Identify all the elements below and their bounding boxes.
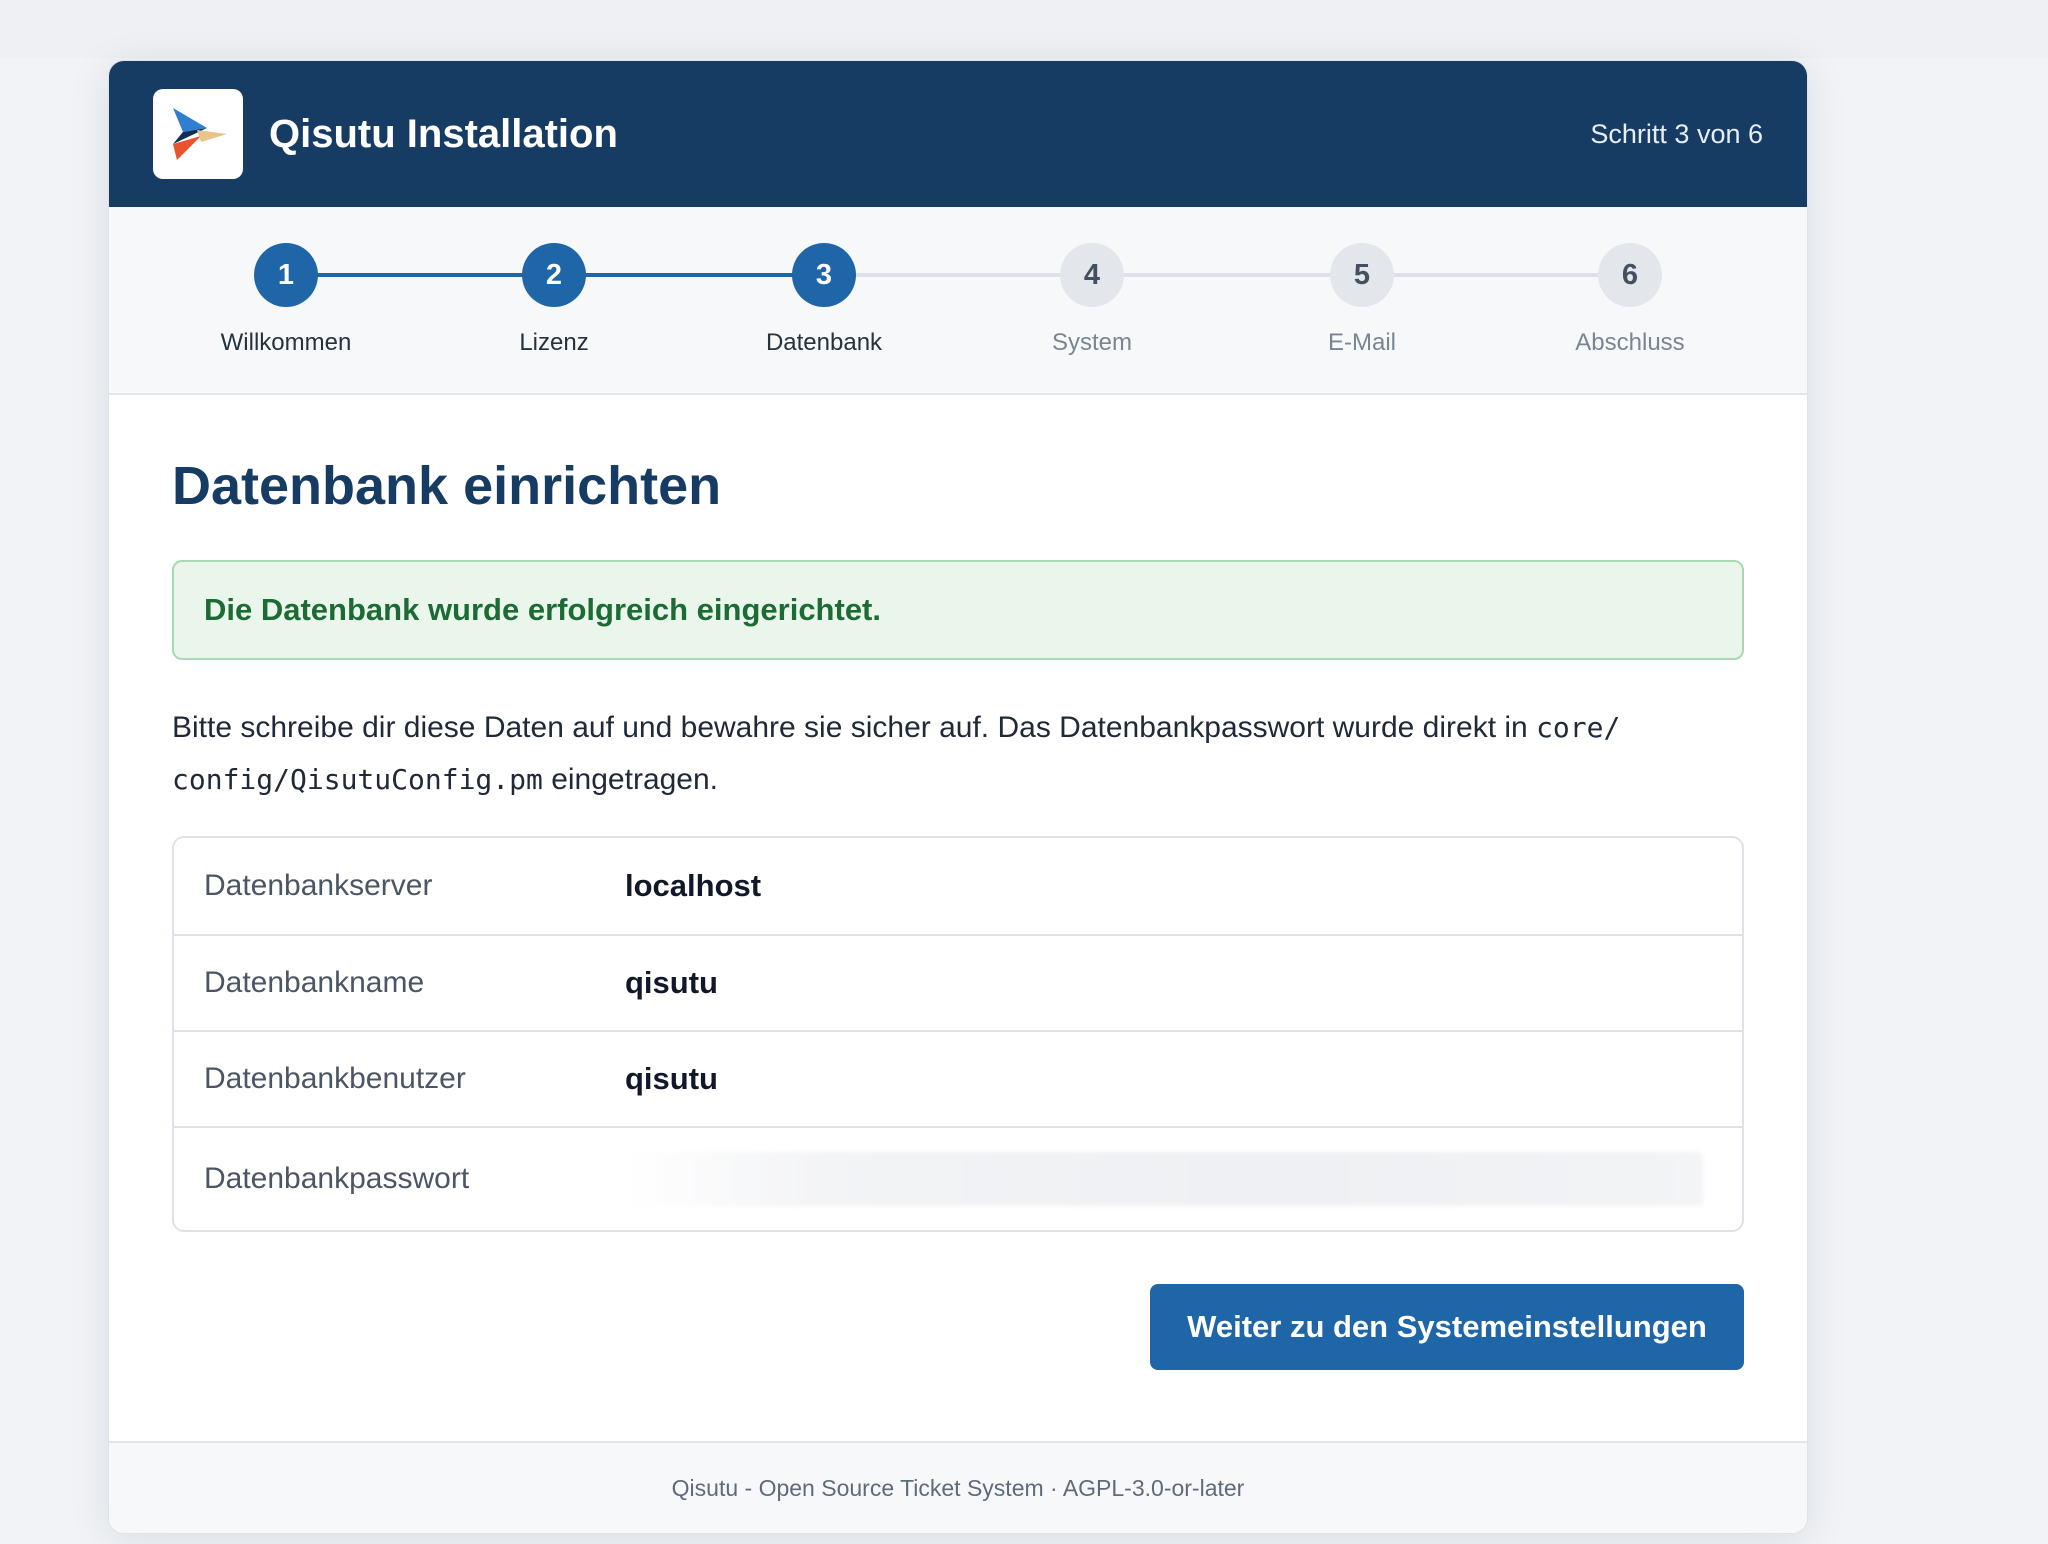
step-label: Willkommen	[220, 329, 352, 356]
intro-text: Bitte schreibe dir diese Daten auf und b…	[172, 711, 1537, 745]
detail-key: Datenbankname	[204, 966, 425, 1000]
detail-row-password: Datenbankpasswort	[174, 1126, 1742, 1230]
step-datenbank: 3 Datenbank	[724, 207, 924, 395]
page-footer: Qisutu - Open Source Ticket System · AGP…	[109, 1441, 1807, 1533]
step-label: Datenbank	[765, 329, 883, 356]
step-label: Abschluss	[1575, 329, 1685, 356]
step-system: 4 System	[992, 207, 1192, 395]
detail-key: Datenbankserver	[204, 869, 433, 903]
detail-value: qisutu	[625, 965, 718, 1001]
step-indicator: Schritt 3 von 6	[1590, 118, 1763, 149]
step-number: 2	[522, 243, 586, 307]
step-label: E-Mail	[1327, 329, 1396, 356]
footer-text: Qisutu - Open Source Ticket System · AGP…	[671, 1474, 1245, 1501]
continue-to-system-settings-button[interactable]: Weiter zu den Systemeinstellungen	[1150, 1284, 1744, 1371]
progress-stepper: 1 Willkommen 2 Lizenz 3 Datenbank 4 Syst…	[109, 207, 1807, 395]
step-connector-3-4	[824, 273, 1092, 277]
intro-paragraph: Bitte schreibe dir diese Daten auf und b…	[172, 702, 1744, 806]
detail-value: localhost	[625, 868, 762, 904]
detail-key: Datenbankpasswort	[204, 1162, 470, 1196]
success-alert: Die Datenbank wurde erfolgreich eingeric…	[172, 560, 1744, 661]
step-number: 3	[792, 243, 856, 307]
detail-row-name: Datenbankname qisutu	[174, 934, 1742, 1030]
step-number: 5	[1330, 243, 1394, 307]
step-connector-1-2	[286, 273, 554, 277]
success-message: Die Datenbank wurde erfolgreich eingeric…	[204, 592, 881, 628]
password-masked-value	[625, 1152, 1703, 1207]
intro-text-end: eingetragen.	[542, 763, 719, 797]
installer-header: Qisutu Installation Schritt 3 von 6	[109, 61, 1807, 207]
detail-key: Datenbankbenutzer	[204, 1062, 466, 1096]
step-connector-5-6	[1362, 273, 1630, 277]
app-title: Qisutu Installation	[269, 111, 618, 156]
step-abschluss: 6 Abschluss	[1530, 207, 1730, 395]
database-details-table: Datenbankserver localhost Datenbankname …	[172, 836, 1744, 1233]
step-connector-4-5	[1092, 273, 1362, 277]
step-label: System	[1051, 329, 1132, 356]
installer-card: Qisutu Installation Schritt 3 von 6 1 Wi…	[108, 60, 1808, 1534]
step-number: 6	[1598, 243, 1662, 307]
step-lizenz: 2 Lizenz	[454, 207, 654, 395]
detail-value: qisutu	[625, 1061, 718, 1097]
page-title: Datenbank einrichten	[172, 456, 722, 516]
step-number: 1	[254, 243, 318, 307]
qisutu-logo-icon	[153, 89, 243, 179]
step-label: Lizenz	[519, 329, 589, 356]
detail-row-server: Datenbankserver localhost	[174, 838, 1742, 934]
step-email: 5 E-Mail	[1262, 207, 1462, 395]
step-connector-2-3	[554, 273, 824, 277]
step-number: 4	[1060, 243, 1124, 307]
detail-row-user: Datenbankbenutzer qisutu	[174, 1030, 1742, 1126]
main-content: Datenbank einrichten Die Datenbank wurde…	[109, 395, 1807, 1371]
step-willkommen: 1 Willkommen	[186, 207, 386, 395]
page-top-band	[0, 0, 2048, 58]
form-actions: Weiter zu den Systemeinstellungen	[172, 1284, 1744, 1371]
